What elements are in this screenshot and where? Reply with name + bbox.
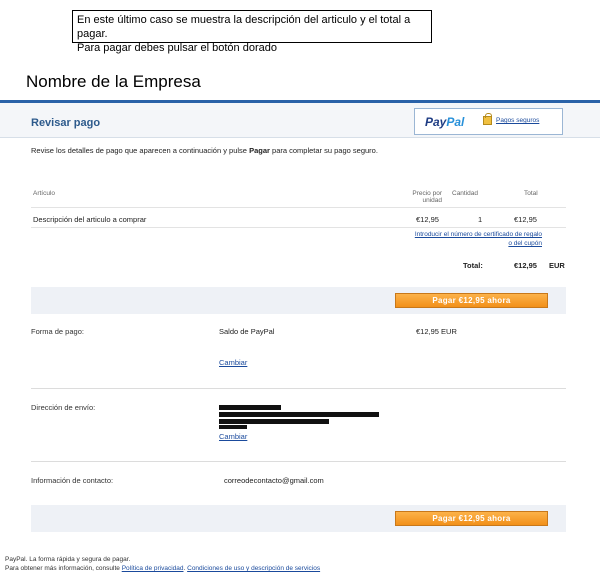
lock-icon [483,113,492,125]
col-article: Artículo [33,190,56,197]
paypal-logo: PayPal [425,115,465,129]
table-divider [31,207,566,208]
col-total: Total [524,190,538,197]
pay-band-bottom: Pagar €12,95 ahora [31,505,566,532]
footer-info: Para obtener más información, consulte P… [5,565,321,572]
col-price: Precio por unidad [412,190,442,204]
page-title: Revisar pago [31,117,101,129]
note-line-1: En este último caso se muestra la descri… [77,14,411,40]
payment-method-value: Saldo de PayPal [219,327,275,336]
total-currency: EUR [549,261,565,270]
total-label: Total: [463,261,483,270]
panel-header: Revisar pago PayPal Pagos seguros [0,103,600,138]
payment-method-label: Forma de pago: [31,327,84,336]
checkout-panel: Revisar pago PayPal Pagos seguros Revise… [0,103,600,543]
item-description: Descripción del articulo a comprar [33,215,147,224]
pay-now-button[interactable]: Pagar €12,95 ahora [395,293,548,308]
item-total: €12,95 [514,215,537,224]
pay-band-top: Pagar €12,95 ahora [31,287,566,314]
section-divider [31,461,566,462]
item-price: €12,95 [416,215,439,224]
redacted-line [219,412,379,417]
change-address-link[interactable]: Cambiar [219,432,247,441]
total-value: €12,95 [514,261,537,270]
redacted-line [219,419,329,424]
company-name: Nombre de la Empresa [26,72,201,91]
payment-amount: €12,95 EUR [416,327,457,336]
privacy-policy-link[interactable]: Política de privacidad [122,565,184,572]
redacted-line [219,425,247,429]
review-instructions: Revise los detalles de pago que aparecen… [31,146,378,155]
coupon-link[interactable]: Introducir el número de certificado de r… [415,230,542,248]
footer-tagline: PayPal. La forma rápida y segura de paga… [5,556,131,563]
col-qty: Cantidad [452,190,479,197]
contact-info-label: Información de contacto: [31,476,114,485]
change-payment-link[interactable]: Cambiar [219,358,247,367]
note-line-2: Para pagar debes pulsar el botón dorado [77,42,277,54]
section-divider [31,388,566,389]
instruction-note: En este último caso se muestra la descri… [72,10,432,54]
secure-payments-link[interactable]: Pagos seguros [496,117,539,124]
terms-link[interactable]: Condiciones de uso y descripción de serv… [187,565,320,572]
table-divider [31,227,566,228]
item-qty: 1 [478,215,483,224]
contact-email: correodecontacto@gmail.com [224,476,324,485]
shipping-address-label: Dirección de envío: [31,403,96,412]
redacted-line [219,405,281,410]
pay-now-button[interactable]: Pagar €12,95 ahora [395,511,548,526]
paypal-badge: PayPal Pagos seguros [414,108,563,135]
